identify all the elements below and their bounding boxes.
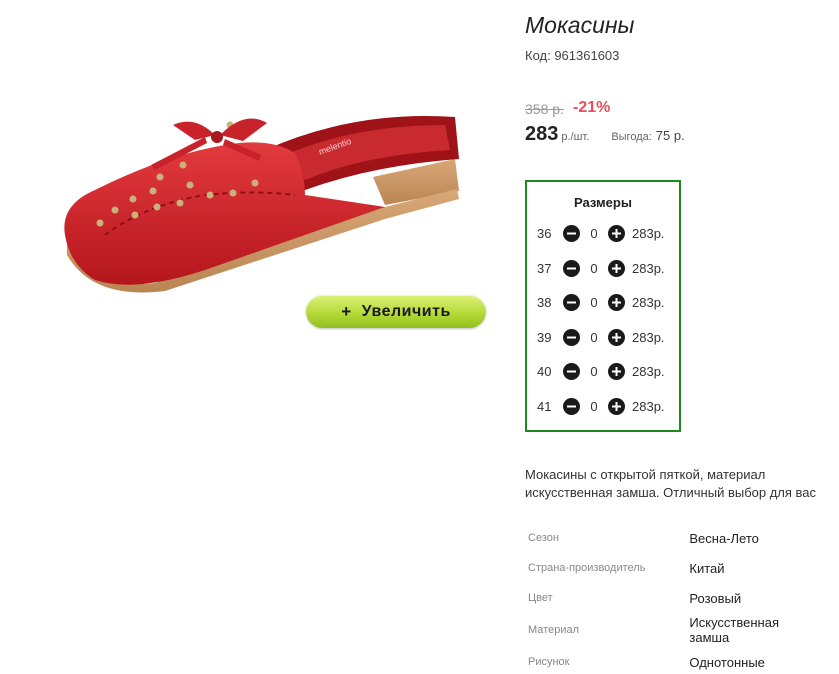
- spec-label: Цвет: [528, 591, 553, 604]
- size-row: 37 0 283р.: [537, 259, 677, 279]
- saving-label: Выгода:: [611, 131, 652, 143]
- minus-icon[interactable]: [563, 363, 580, 380]
- specs-table: Сезон Весна-Лето Страна-производитель Ки…: [528, 527, 839, 673]
- spec-label: Сезон: [528, 531, 559, 544]
- minus-icon[interactable]: [563, 260, 580, 277]
- size-label: 36: [537, 226, 552, 241]
- product-code: Код: 961361603: [525, 48, 620, 63]
- size-label: 37: [537, 261, 552, 276]
- quantity-value: 0: [590, 226, 598, 241]
- size-label: 39: [537, 330, 552, 345]
- plus-icon[interactable]: [608, 294, 625, 311]
- quantity-value: 0: [590, 364, 598, 379]
- spec-label: Рисунок: [528, 655, 570, 668]
- spec-row: Цвет Розовый: [528, 587, 839, 609]
- spec-value: Китай: [689, 560, 725, 576]
- size-price: 283р.: [632, 295, 665, 310]
- zoom-label: Увеличить: [361, 302, 451, 320]
- spec-value: Однотонные: [689, 654, 765, 670]
- minus-icon[interactable]: [563, 294, 580, 311]
- spec-row: Страна-производитель Китай: [528, 549, 839, 587]
- spec-value: Весна-Лето: [689, 530, 759, 546]
- minus-icon[interactable]: [563, 398, 580, 415]
- spec-label: Материал: [528, 623, 579, 636]
- spec-row: Сезон Весна-Лето: [528, 527, 839, 549]
- spec-label: Страна-производитель: [528, 561, 646, 574]
- sizes-panel: Размеры 36 0 283р. 37 0 283р. 38 0 283р.…: [525, 180, 681, 432]
- price-row: 283 р./шт. Выгода: 75 р.: [525, 123, 685, 146]
- discount-badge: -21%: [573, 99, 611, 116]
- saving-value: 75 р.: [655, 128, 685, 143]
- quantity-value: 0: [590, 261, 598, 276]
- quantity-value: 0: [590, 399, 598, 414]
- plus-icon[interactable]: [608, 398, 625, 415]
- size-label: 38: [537, 295, 552, 310]
- plus-icon[interactable]: [608, 225, 625, 242]
- plus-icon[interactable]: [608, 260, 625, 277]
- spec-value: Розовый: [689, 590, 742, 606]
- plus-icon[interactable]: [608, 329, 625, 346]
- price-unit: р./шт.: [561, 131, 590, 143]
- spec-value: Искусственная замша: [689, 615, 779, 645]
- size-price: 283р.: [632, 330, 665, 345]
- plus-icon[interactable]: [608, 363, 625, 380]
- size-row: 38 0 283р.: [537, 293, 677, 313]
- size-label: 41: [537, 399, 552, 414]
- size-row: 39 0 283р.: [537, 328, 677, 348]
- product-image[interactable]: melentio: [55, 95, 475, 305]
- size-row: 40 0 283р.: [537, 362, 677, 382]
- size-row: 41 0 283р.: [537, 397, 677, 417]
- spec-row: Материал Искусственная замша: [528, 609, 839, 651]
- current-price: 283: [525, 123, 559, 145]
- quantity-value: 0: [590, 295, 598, 310]
- size-price: 283р.: [632, 364, 665, 379]
- old-price: 358 р.: [525, 101, 564, 117]
- size-price: 283р.: [632, 399, 665, 414]
- minus-icon[interactable]: [563, 329, 580, 346]
- description-line: искусственная замша. Отличный выбор для …: [525, 485, 817, 500]
- size-price: 283р.: [632, 226, 665, 241]
- sizes-title: Размеры: [574, 195, 632, 210]
- product-description: Мокасины с открытой пяткой, материал иск…: [525, 466, 839, 502]
- product-title: Мокасины: [525, 12, 635, 38]
- plus-icon: +: [341, 301, 352, 321]
- zoom-button[interactable]: + Увеличить: [306, 295, 486, 328]
- quantity-value: 0: [590, 330, 598, 345]
- size-price: 283р.: [632, 261, 665, 276]
- size-label: 40: [537, 364, 552, 379]
- description-line: Мокасины с открытой пяткой, материал: [525, 467, 766, 482]
- minus-icon[interactable]: [563, 225, 580, 242]
- spec-row: Рисунок Однотонные: [528, 651, 839, 673]
- size-row: 36 0 283р.: [537, 224, 677, 244]
